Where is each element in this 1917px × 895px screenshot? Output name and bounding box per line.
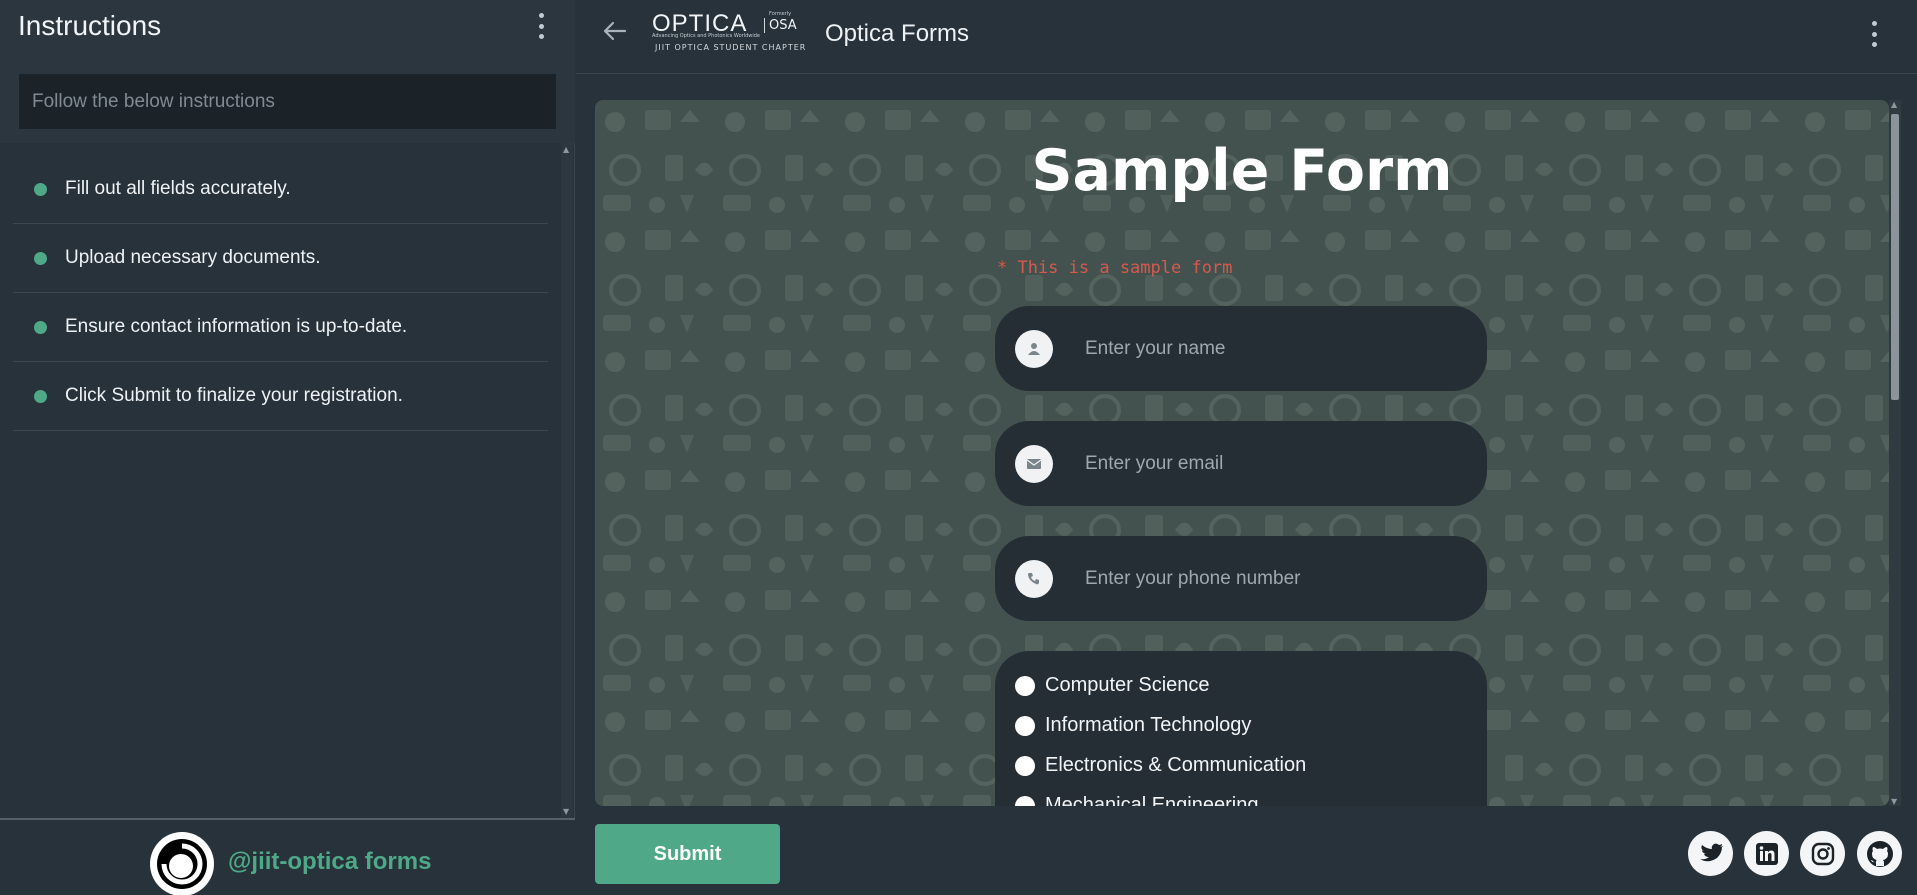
- sidebar-footer: @jiit-optica forms: [0, 818, 575, 895]
- radio-button[interactable]: [1015, 795, 1035, 806]
- instructions-title: Instructions: [18, 10, 162, 41]
- instagram-icon[interactable]: [1800, 831, 1845, 876]
- name-input[interactable]: [1085, 337, 1455, 360]
- twitter-icon[interactable]: [1688, 831, 1733, 876]
- radio-option[interactable]: Computer Science: [1015, 674, 1210, 697]
- bullet-icon: [34, 251, 47, 265]
- radio-label: Mechanical Engineering: [1045, 794, 1259, 806]
- scroll-up-icon[interactable]: ▲: [1891, 100, 1897, 109]
- form-note: * This is a sample form: [997, 258, 1233, 278]
- bullet-icon: [34, 182, 47, 196]
- scroll-thumb[interactable]: [1891, 114, 1899, 400]
- instructions-header: Instructions: [0, 0, 575, 143]
- radio-label: Information Technology: [1045, 714, 1252, 736]
- form-container: Sample Form * This is a sample form Comp…: [595, 100, 1889, 806]
- radio-label: Computer Science: [1045, 674, 1210, 696]
- list-item: Fill out all fields accurately.: [13, 155, 548, 224]
- top-bar: OPTICA Formerly OSA Advancing Optics and…: [576, 0, 1917, 74]
- logo-osa: OSA: [764, 18, 797, 33]
- optica-avatar: [150, 832, 214, 895]
- email-input[interactable]: [1085, 452, 1455, 475]
- linkedin-icon[interactable]: [1744, 831, 1789, 876]
- instructions-panel: Instructions Fill out all fields accurat…: [0, 0, 575, 895]
- logo-chapter: JIIT OPTICA STUDENT CHAPTER: [655, 43, 807, 52]
- name-field: [995, 306, 1487, 391]
- radio-option[interactable]: Electronics & Communication: [1015, 754, 1306, 777]
- instructions-menu-icon[interactable]: [536, 13, 546, 39]
- form-scrollbar[interactable]: ▲ ▼: [1889, 100, 1901, 806]
- optica-logo: OPTICA Formerly OSA Advancing Optics and…: [652, 10, 805, 54]
- list-item: Ensure contact information is up-to-date…: [13, 293, 548, 362]
- instruction-text: Click Submit to finalize your registrati…: [65, 385, 403, 406]
- form-title: Sample Form: [1031, 138, 1453, 204]
- instructions-scrollbar[interactable]: ▲ ▼: [561, 143, 573, 818]
- email-field: [995, 421, 1487, 506]
- submit-button[interactable]: Submit: [595, 824, 780, 884]
- app-menu-icon[interactable]: [1869, 21, 1879, 47]
- instruction-text: Fill out all fields accurately.: [65, 178, 291, 199]
- bullet-icon: [34, 320, 47, 334]
- person-icon: [1015, 329, 1053, 368]
- phone-field: [995, 536, 1487, 621]
- list-item: Upload necessary documents.: [13, 224, 548, 293]
- radio-label: Electronics & Communication: [1045, 754, 1307, 776]
- logo-tagline: Advancing Optics and Photonics Worldwide: [652, 33, 760, 39]
- scroll-up-icon[interactable]: ▲: [563, 145, 569, 154]
- radio-option[interactable]: Mechanical Engineering: [1015, 794, 1258, 806]
- instructions-list: Fill out all fields accurately. Upload n…: [13, 155, 548, 431]
- scroll-down-icon[interactable]: ▼: [563, 807, 569, 816]
- app-title: Optica Forms: [825, 20, 970, 47]
- phone-input[interactable]: [1085, 567, 1455, 590]
- scroll-down-icon[interactable]: ▼: [1891, 797, 1897, 806]
- instruction-text: Upload necessary documents.: [65, 247, 321, 268]
- radio-option[interactable]: Information Technology: [1015, 714, 1251, 737]
- radio-button[interactable]: [1015, 715, 1035, 736]
- bullet-icon: [34, 389, 47, 403]
- branch-radio-group: Computer Science Information Technology …: [995, 651, 1487, 806]
- logo-formerly: Formerly: [769, 11, 792, 17]
- mail-icon: [1015, 444, 1053, 483]
- list-item: Click Submit to finalize your registrati…: [13, 362, 548, 431]
- instructions-search-input[interactable]: [19, 74, 556, 129]
- radio-button[interactable]: [1015, 755, 1035, 776]
- back-arrow-icon[interactable]: [600, 16, 630, 46]
- phone-icon: [1015, 559, 1053, 598]
- footer-handle[interactable]: @jiit-optica forms: [228, 848, 431, 876]
- instruction-text: Ensure contact information is up-to-date…: [65, 316, 408, 337]
- github-icon[interactable]: [1857, 831, 1902, 876]
- radio-button[interactable]: [1015, 675, 1035, 696]
